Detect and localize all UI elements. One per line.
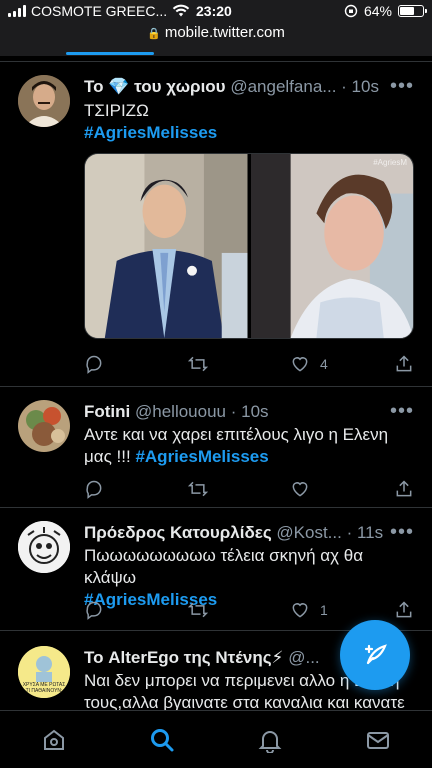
reply-button[interactable] <box>84 599 104 621</box>
share-button[interactable] <box>394 599 414 621</box>
reply-icon <box>86 480 102 499</box>
tweet-timestamp[interactable]: · 11s <box>347 523 384 542</box>
hashtag-link[interactable]: #AgriesMelisses <box>84 122 414 144</box>
lock-icon: 🔒 <box>147 28 161 40</box>
messages-icon <box>367 732 389 749</box>
like-button[interactable]: 4 <box>290 353 328 375</box>
photo-groom[interactable] <box>85 154 248 338</box>
tweet-text: Πωωωωωωωωω τέλεια σκηνή αχ θα κλάψω <box>84 546 364 587</box>
reply-icon <box>86 355 102 374</box>
retweet-icon <box>188 602 208 618</box>
share-button[interactable] <box>394 478 414 500</box>
clock: 23:20 <box>196 3 232 19</box>
author-name-suffix[interactable]: του χωριου <box>134 77 225 96</box>
notifications-icon <box>258 731 282 754</box>
url-text: mobile.twitter.com <box>164 24 285 41</box>
like-button[interactable] <box>290 478 310 500</box>
compose-tweet-button[interactable] <box>340 620 410 690</box>
more-options-icon[interactable]: ••• <box>390 76 414 96</box>
author-handle[interactable]: @Kost... <box>276 523 341 542</box>
tweet-card[interactable]: Πρόεδρος Κατουρλίδες @Kost... · 11s ••• … <box>0 509 432 631</box>
tweet-text: ΤΣΙΡΙΖΩ <box>84 101 149 120</box>
media-watermark: #AgriesM <box>373 158 407 167</box>
avatar-caption: ΧΡΥΣΑ ΜΕ ΡΩΤΑΣ ΤΙ ΠΑΘΑΙΝΟΥΝ; <box>22 682 66 694</box>
nav-home[interactable] <box>41 727 67 753</box>
tweet-media[interactable]: #AgriesM <box>84 153 414 339</box>
carrier-label: COSMOTE GREEC... <box>31 3 168 19</box>
avatar[interactable] <box>18 400 70 452</box>
page-progress <box>66 52 154 55</box>
tweet-timestamp[interactable]: · 10s <box>341 77 379 96</box>
author-name[interactable]: Πρόεδρος Κατουρλίδες <box>84 523 272 542</box>
address-bar[interactable]: 🔒 mobile.twitter.com <box>0 22 432 56</box>
photo-bride[interactable]: #AgriesM <box>250 154 413 338</box>
share-icon <box>396 601 412 618</box>
nav-messages[interactable] <box>365 727 391 753</box>
orientation-lock-icon <box>344 4 358 18</box>
hashtag-link[interactable]: #AgriesMelisses <box>135 447 268 466</box>
author-name[interactable]: Fotini <box>84 402 130 421</box>
compose-feather-icon <box>364 644 387 665</box>
like-count: 4 <box>320 356 328 372</box>
avatar[interactable] <box>18 521 70 573</box>
bottom-nav <box>0 710 432 768</box>
author-handle[interactable]: @hellououu <box>135 402 226 421</box>
heart-icon <box>292 482 308 497</box>
tweet-timestamp[interactable]: · 10s <box>231 402 269 421</box>
author-name[interactable]: Το <box>84 77 104 96</box>
author-handle[interactable]: @... <box>288 648 319 667</box>
author-handle[interactable]: @angelfana... <box>230 77 336 96</box>
retweet-icon <box>188 481 208 497</box>
avatar[interactable]: ΧΡΥΣΑ ΜΕ ΡΩΤΑΣ ΤΙ ΠΑΘΑΙΝΟΥΝ; <box>18 646 70 698</box>
retweet-button[interactable] <box>188 353 218 375</box>
like-button[interactable]: 1 <box>290 599 328 621</box>
wifi-icon <box>172 4 190 17</box>
battery-percent: 64% <box>363 3 392 19</box>
retweet-button[interactable] <box>188 599 208 621</box>
share-button[interactable] <box>394 353 414 375</box>
nav-notifications[interactable] <box>257 727 283 754</box>
more-options-icon[interactable]: ••• <box>390 522 414 542</box>
status-bar: COSMOTE GREEC... 23:20 64% <box>0 0 432 22</box>
header-divider <box>0 56 432 62</box>
tweet-text-line: τους,αλλα βγαινατε στα καναλια και κανατ… <box>84 693 405 710</box>
like-count: 1 <box>320 602 328 618</box>
reply-button[interactable] <box>84 478 104 500</box>
search-icon <box>151 729 174 752</box>
heart-icon <box>292 357 308 372</box>
diamond-icon: 💎 <box>108 77 130 96</box>
avatar[interactable] <box>18 75 70 127</box>
retweet-button[interactable] <box>188 478 208 500</box>
more-options-icon[interactable]: ••• <box>390 401 414 421</box>
author-name[interactable]: Το AlterEgo της Ντένης⚡ <box>84 648 283 667</box>
reply-icon <box>86 601 102 620</box>
tweet-card[interactable]: Fotini @hellououu · 10s ••• Αντε και να … <box>0 388 432 508</box>
battery-icon <box>398 5 427 17</box>
signal-icon <box>8 5 26 17</box>
share-icon <box>396 355 412 372</box>
heart-icon <box>292 603 308 618</box>
home-icon <box>44 729 64 750</box>
retweet-icon <box>188 356 208 372</box>
share-icon <box>396 480 412 497</box>
nav-search[interactable] <box>149 727 175 753</box>
reply-button[interactable] <box>84 353 114 375</box>
tweet-card[interactable]: Το 💎 του χωριου @angelfana... · 10s ••• … <box>0 63 432 387</box>
